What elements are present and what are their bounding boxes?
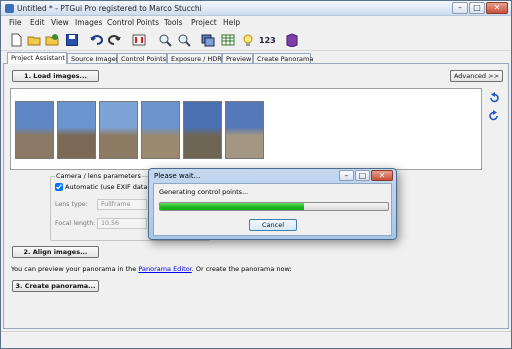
- open-folder-icon[interactable]: [27, 33, 41, 47]
- progress-bar: [159, 202, 389, 211]
- menu-view[interactable]: View: [51, 18, 69, 27]
- focal-length-label: Focal length:: [55, 220, 96, 227]
- menu-control-points[interactable]: Control Points: [107, 18, 159, 27]
- image-thumbnail[interactable]: [183, 101, 222, 159]
- menu-project[interactable]: Project: [191, 18, 217, 27]
- create-panorama-button[interactable]: 3. Create panorama...: [12, 280, 99, 292]
- minimize-button[interactable]: –: [452, 2, 468, 14]
- automatic-exif-label: Automatic (use EXIF data fro: [65, 183, 159, 191]
- dialog-minimize-button[interactable]: –: [339, 170, 354, 181]
- preview-text-before: You can preview your panorama in the: [11, 265, 139, 273]
- image-thumbnail[interactable]: [225, 101, 264, 159]
- save-icon[interactable]: [65, 33, 79, 47]
- zoom-in-icon[interactable]: [158, 33, 172, 47]
- menu-file[interactable]: File: [9, 18, 22, 27]
- app-window: Untitled * - PTGui Pro registered to Mar…: [0, 0, 512, 349]
- preview-text-after: . Or create the panorama now:: [191, 265, 292, 273]
- align-images-button[interactable]: 2. Align images...: [12, 246, 99, 258]
- rotate-right-icon[interactable]: [488, 110, 500, 122]
- dialog-close-button[interactable]: ✕: [371, 170, 393, 181]
- image-thumbnail[interactable]: [99, 101, 138, 159]
- open-recent-icon[interactable]: [45, 33, 59, 47]
- menu-tools[interactable]: Tools: [164, 18, 182, 27]
- load-images-button[interactable]: 1. Load images...: [12, 70, 99, 82]
- close-button[interactable]: ✕: [486, 2, 508, 14]
- panorama-editor-icon[interactable]: [201, 33, 215, 47]
- image-thumbnail[interactable]: [15, 101, 54, 159]
- control-points-icon[interactable]: [132, 33, 146, 47]
- preview-instructions: You can preview your panorama in the Pan…: [11, 265, 292, 273]
- table-icon[interactable]: [221, 33, 235, 47]
- new-file-icon[interactable]: [9, 33, 23, 47]
- please-wait-dialog: Please wait... – □ ✕ Generating control …: [148, 168, 397, 240]
- dialog-title: Please wait...: [154, 172, 201, 180]
- maximize-button[interactable]: □: [469, 2, 485, 14]
- advanced-button[interactable]: Advanced >>: [450, 70, 503, 82]
- lens-type-select[interactable]: Fullframe: [97, 199, 147, 210]
- focal-length-field[interactable]: 10,56: [97, 218, 147, 229]
- dialog-message: Generating control points...: [159, 188, 249, 196]
- automatic-exif-checkbox[interactable]: [55, 183, 63, 191]
- redo-icon[interactable]: [108, 33, 122, 47]
- image-thumbnail[interactable]: [141, 101, 180, 159]
- undo-icon[interactable]: [89, 33, 103, 47]
- camera-lens-group-label: Camera / lens parameters: [55, 172, 142, 180]
- toolbar: 123: [1, 30, 511, 51]
- tab-project-assistant[interactable]: Project Assistant: [7, 52, 67, 64]
- panorama-editor-link[interactable]: Panorama Editor: [138, 265, 191, 273]
- cancel-button[interactable]: Cancel: [249, 219, 297, 231]
- rotate-left-icon[interactable]: [488, 92, 500, 104]
- numbering-label[interactable]: 123: [259, 36, 276, 45]
- image-thumbnail[interactable]: [57, 101, 96, 159]
- status-bar: [1, 331, 511, 348]
- menu-edit[interactable]: Edit: [30, 18, 45, 27]
- menu-bar: File Edit View Images Control Points Too…: [1, 17, 511, 29]
- lens-type-label: Lens type:: [55, 201, 88, 208]
- progress-bar-fill: [160, 203, 304, 210]
- title-bar: Untitled * - PTGui Pro registered to Mar…: [1, 1, 511, 16]
- ptgui-app-icon: [5, 4, 14, 13]
- dialog-maximize-button[interactable]: □: [355, 170, 370, 181]
- menu-help[interactable]: Help: [223, 18, 240, 27]
- lightbulb-icon[interactable]: [241, 33, 255, 47]
- dialog-body: Generating control points... Cancel: [153, 183, 392, 236]
- help-book-icon[interactable]: [285, 33, 299, 47]
- zoom-out-icon[interactable]: [177, 33, 191, 47]
- menu-images[interactable]: Images: [75, 18, 102, 27]
- image-thumbnail-strip: [10, 88, 482, 170]
- window-title: Untitled * - PTGui Pro registered to Mar…: [17, 4, 202, 13]
